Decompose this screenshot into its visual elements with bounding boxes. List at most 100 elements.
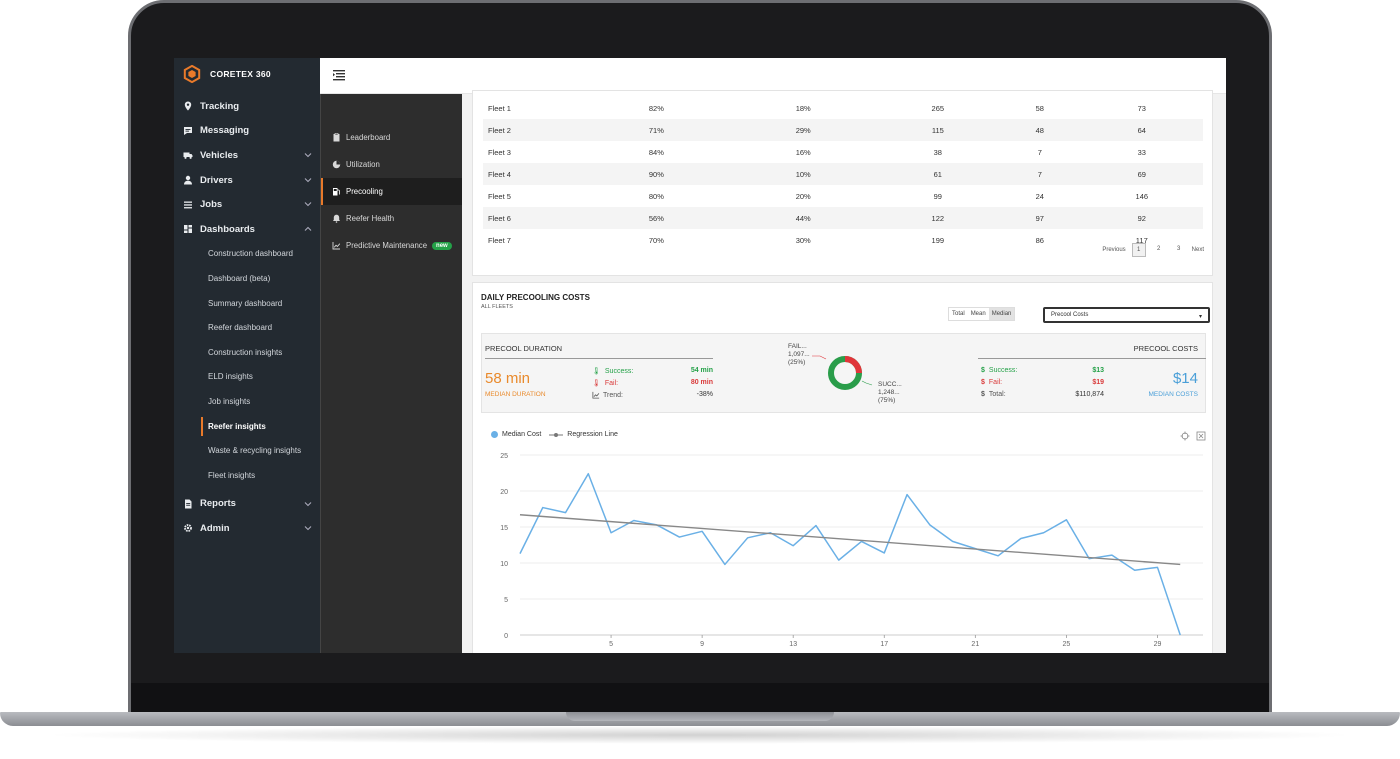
metric-select[interactable]: Precool Costs ▾: [1043, 307, 1210, 323]
x-tick-label: 9: [700, 641, 704, 648]
subpanel-label: Leaderboard: [346, 133, 391, 142]
dashboard-icon: [184, 225, 192, 234]
median-cost-point[interactable]: [563, 510, 569, 516]
median-cost-point[interactable]: [540, 505, 546, 511]
subnav-item[interactable]: Construction dashboard: [174, 242, 320, 267]
subpanel-item-reefer-health[interactable]: Reefer Health: [321, 205, 462, 232]
median-cost-point[interactable]: [950, 538, 956, 544]
median-cost-point[interactable]: [813, 523, 819, 529]
chevron-down-icon[interactable]: [304, 500, 312, 508]
duration-trend-row: Trend:: [592, 391, 623, 399]
median-cost-line[interactable]: [519, 472, 1181, 636]
toggle-mean[interactable]: Mean: [968, 308, 989, 320]
subnav-item[interactable]: Waste & recycling insights: [174, 438, 320, 463]
median-cost-point[interactable]: [836, 557, 842, 563]
chevron-down-icon[interactable]: [304, 176, 312, 184]
median-cost-point[interactable]: [1018, 536, 1024, 542]
median-cost-point[interactable]: [881, 550, 887, 556]
export-icon[interactable]: [1196, 431, 1206, 441]
table-cell: 61: [876, 163, 999, 185]
nav-item-admin[interactable]: Admin: [174, 516, 320, 541]
regression-line[interactable]: [519, 514, 1181, 566]
report-icon: [185, 499, 192, 509]
subnav-item[interactable]: Dashboard (beta): [174, 266, 320, 291]
median-cost-point[interactable]: [608, 530, 614, 536]
dashboards-submenu: Construction dashboard Dashboard (beta) …: [174, 242, 320, 488]
pagination-previous[interactable]: Previous: [1102, 247, 1125, 253]
costs-total-row: $ Total:: [981, 391, 1006, 398]
median-cost-point[interactable]: [585, 471, 591, 477]
legend-median-cost[interactable]: Median Cost: [491, 431, 541, 438]
chevron-up-icon[interactable]: [304, 225, 312, 233]
median-cost-point[interactable]: [1041, 530, 1047, 536]
nav-item-drivers[interactable]: Drivers: [174, 168, 320, 193]
precooling-costs-card: DAILY PRECOOLING COSTS ALL FLEETS Total …: [472, 282, 1213, 653]
x-tick-label: 21: [971, 641, 979, 648]
crosshair-icon[interactable]: [1180, 431, 1190, 441]
fleet-name-cell: Fleet 1: [488, 103, 511, 113]
thermometer-icon: 🌡: [592, 368, 601, 375]
page-button-3[interactable]: 3: [1172, 243, 1186, 257]
pie-icon: [332, 160, 341, 169]
subnav-item[interactable]: Construction insights: [174, 340, 320, 365]
chevron-down-icon[interactable]: [304, 200, 312, 208]
pagination-next[interactable]: Next: [1192, 247, 1204, 253]
median-cost-point[interactable]: [1177, 632, 1183, 638]
toggle-median[interactable]: Median: [988, 308, 1015, 320]
legend-regression-label: Regression Line: [567, 431, 618, 438]
median-cost-point[interactable]: [995, 553, 1001, 559]
legend-dot: [491, 431, 498, 438]
table-cell: 84%: [648, 147, 664, 157]
legend-regression-line[interactable]: Regression Line: [549, 431, 618, 438]
table-cell: 16%: [795, 147, 811, 157]
brand[interactable]: CORETEX 360: [174, 58, 320, 90]
nav-label-tracking: Tracking: [200, 100, 240, 112]
page-button-1[interactable]: 1: [1131, 243, 1146, 257]
subpanel-item-leaderboard[interactable]: Leaderboard: [321, 124, 462, 151]
median-cost-point[interactable]: [1154, 564, 1160, 570]
table-cell: 56%: [583, 207, 730, 229]
nav-item-vehicles[interactable]: Vehicles: [174, 143, 320, 168]
table-cell: 99: [933, 191, 942, 201]
menu-toggle-icon[interactable]: [332, 68, 346, 82]
duration-value: 58 min: [485, 370, 531, 387]
chevron-down-icon[interactable]: [304, 524, 312, 532]
subnav-item[interactable]: Summary dashboard: [174, 291, 320, 316]
toggle-total[interactable]: Total: [949, 308, 968, 320]
subpanel-item-utilization[interactable]: Utilization: [321, 151, 462, 178]
median-cost-point[interactable]: [517, 551, 523, 557]
median-cost-point[interactable]: [904, 492, 910, 498]
subnav-item[interactable]: Fleet insights: [174, 463, 320, 488]
table-cell: 29%: [729, 119, 877, 141]
median-cost-point[interactable]: [676, 534, 682, 540]
table-row: Fleet 6 56% 44% 122 97 92: [483, 207, 1203, 229]
median-cost-point[interactable]: [1063, 517, 1069, 523]
subnav-item[interactable]: ELD insights: [174, 365, 320, 390]
nav-item-tracking[interactable]: Tracking: [174, 94, 320, 119]
median-cost-point[interactable]: [790, 543, 796, 549]
costs-total-label: Total:: [988, 391, 1006, 398]
median-cost-point[interactable]: [1109, 552, 1115, 558]
median-cost-point[interactable]: [745, 535, 751, 541]
page-button-2[interactable]: 2: [1152, 243, 1166, 257]
chevron-down-icon[interactable]: [304, 151, 312, 159]
median-cost-point[interactable]: [1086, 556, 1092, 562]
subnav-item[interactable]: Reefer dashboard: [174, 315, 320, 340]
subnav-item-active[interactable]: Reefer insights: [174, 414, 320, 439]
median-cost-point[interactable]: [1132, 567, 1138, 573]
table-cell: 48: [999, 119, 1081, 141]
median-cost-point[interactable]: [927, 522, 933, 528]
subpanel-item-predictive-maintenance[interactable]: Predictive Maintenance new: [321, 232, 462, 259]
subpanel-label: Precooling: [346, 187, 383, 196]
median-cost-point[interactable]: [859, 538, 865, 544]
median-cost-point[interactable]: [722, 561, 728, 567]
subpanel-item-precooling[interactable]: Precooling: [321, 178, 462, 205]
nav-item-jobs[interactable]: Jobs: [174, 192, 320, 217]
map-pin-icon: [184, 101, 192, 111]
subnav-item[interactable]: Job insights: [174, 389, 320, 414]
donut-fail-pct: (25%): [788, 359, 806, 366]
nav-item-dashboards[interactable]: Dashboards: [174, 217, 320, 242]
nav-item-messaging[interactable]: Messaging: [174, 119, 320, 144]
nav-item-reports[interactable]: Reports: [174, 492, 320, 517]
table-row: Fleet 7 70% 30% 199 86 117: [483, 229, 1203, 251]
